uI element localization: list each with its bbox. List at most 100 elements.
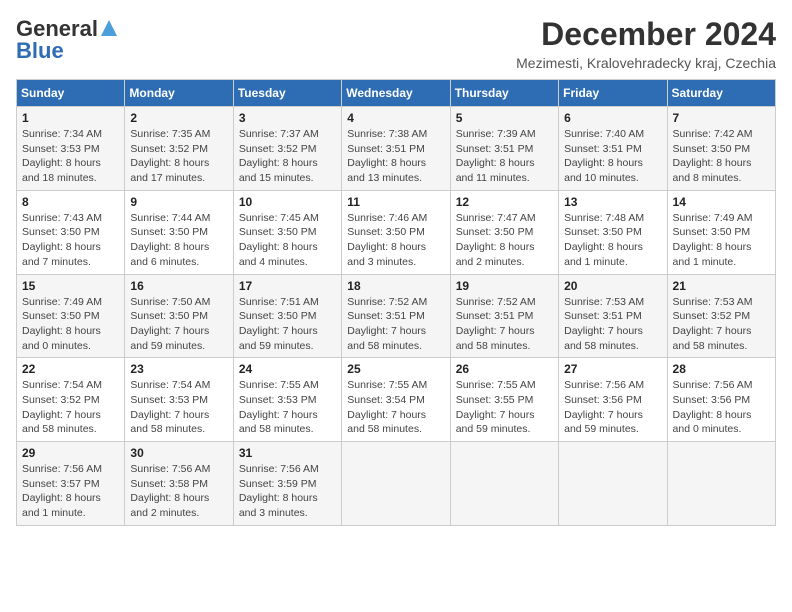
day-number: 27 bbox=[564, 362, 661, 376]
day-number: 26 bbox=[456, 362, 553, 376]
day-detail: Sunrise: 7:53 AM Sunset: 3:51 PM Dayligh… bbox=[564, 295, 661, 354]
calendar-week-row: 15Sunrise: 7:49 AM Sunset: 3:50 PM Dayli… bbox=[17, 274, 776, 358]
table-row: 17 Sunrise: 7:51 AM Sunset: 3:50 PM Dayli… bbox=[233, 274, 341, 358]
day-number: 6 bbox=[564, 111, 661, 125]
calendar-week-row: 29Sunrise: 7:56 AM Sunset: 3:57 PM Dayli… bbox=[17, 442, 776, 526]
day-detail: Sunrise: 7:47 AM Sunset: 3:50 PM Dayligh… bbox=[456, 211, 553, 270]
logo-blue: Blue bbox=[16, 38, 64, 64]
day-number: 18 bbox=[347, 279, 444, 293]
day-number: 1 bbox=[22, 111, 119, 125]
calendar-week-row: 1 Sunrise: 7:34 AM Sunset: 3:53 PM Daylig… bbox=[17, 107, 776, 191]
day-number: 9 bbox=[130, 195, 227, 209]
day-number: 10 bbox=[239, 195, 336, 209]
day-number: 12 bbox=[456, 195, 553, 209]
day-number: 14 bbox=[673, 195, 770, 209]
day-detail: Sunrise: 7:56 AM Sunset: 3:59 PM Dayligh… bbox=[239, 462, 336, 521]
table-row: 5 Sunrise: 7:39 AM Sunset: 3:51 PM Daylig… bbox=[450, 107, 558, 191]
day-detail: Sunrise: 7:43 AM Sunset: 3:50 PM Dayligh… bbox=[22, 211, 119, 270]
day-detail: Sunrise: 7:46 AM Sunset: 3:50 PM Dayligh… bbox=[347, 211, 444, 270]
table-row: 13 Sunrise: 7:48 AM Sunset: 3:50 PM Dayli… bbox=[559, 190, 667, 274]
table-row: 11 Sunrise: 7:46 AM Sunset: 3:50 PM Dayli… bbox=[342, 190, 450, 274]
day-number: 21 bbox=[673, 279, 770, 293]
table-row: 6 Sunrise: 7:40 AM Sunset: 3:51 PM Daylig… bbox=[559, 107, 667, 191]
day-number: 20 bbox=[564, 279, 661, 293]
calendar-week-row: 8 Sunrise: 7:43 AM Sunset: 3:50 PM Daylig… bbox=[17, 190, 776, 274]
table-row: 2 Sunrise: 7:35 AM Sunset: 3:52 PM Daylig… bbox=[125, 107, 233, 191]
day-detail: Sunrise: 7:45 AM Sunset: 3:50 PM Dayligh… bbox=[239, 211, 336, 270]
table-row: 22 Sunrise: 7:54 AM Sunset: 3:52 PM Dayli… bbox=[17, 358, 125, 442]
day-number: 17 bbox=[239, 279, 336, 293]
day-detail: Sunrise: 7:52 AM Sunset: 3:51 PM Dayligh… bbox=[347, 295, 444, 354]
table-row: 9 Sunrise: 7:44 AM Sunset: 3:50 PM Daylig… bbox=[125, 190, 233, 274]
day-detail: Sunrise: 7:53 AM Sunset: 3:52 PM Dayligh… bbox=[673, 295, 770, 354]
day-detail: Sunrise: 7:55 AM Sunset: 3:53 PM Dayligh… bbox=[239, 378, 336, 437]
day-detail: Sunrise: 7:54 AM Sunset: 3:52 PM Dayligh… bbox=[22, 378, 119, 437]
day-number: 2 bbox=[130, 111, 227, 125]
day-number: 3 bbox=[239, 111, 336, 125]
day-number: 31 bbox=[239, 446, 336, 460]
table-row bbox=[667, 442, 775, 526]
table-row: 14Sunrise: 7:49 AM Sunset: 3:50 PM Dayli… bbox=[667, 190, 775, 274]
day-number: 30 bbox=[130, 446, 227, 460]
table-row: 29Sunrise: 7:56 AM Sunset: 3:57 PM Dayli… bbox=[17, 442, 125, 526]
col-sunday: Sunday bbox=[17, 80, 125, 107]
table-row: 1 Sunrise: 7:34 AM Sunset: 3:53 PM Daylig… bbox=[17, 107, 125, 191]
table-row: 30 Sunrise: 7:56 AM Sunset: 3:58 PM Dayli… bbox=[125, 442, 233, 526]
day-detail: Sunrise: 7:56 AM Sunset: 3:56 PM Dayligh… bbox=[564, 378, 661, 437]
day-number: 28 bbox=[673, 362, 770, 376]
day-number: 8 bbox=[22, 195, 119, 209]
day-detail: Sunrise: 7:44 AM Sunset: 3:50 PM Dayligh… bbox=[130, 211, 227, 270]
day-detail: Sunrise: 7:54 AM Sunset: 3:53 PM Dayligh… bbox=[130, 378, 227, 437]
table-row: 20 Sunrise: 7:53 AM Sunset: 3:51 PM Dayli… bbox=[559, 274, 667, 358]
day-number: 25 bbox=[347, 362, 444, 376]
day-number: 22 bbox=[22, 362, 119, 376]
day-detail: Sunrise: 7:34 AM Sunset: 3:53 PM Dayligh… bbox=[22, 127, 119, 186]
day-detail: Sunrise: 7:49 AM Sunset: 3:50 PM Dayligh… bbox=[22, 295, 119, 354]
title-area: December 2024 Mezimesti, Kralovehradecky… bbox=[516, 16, 776, 71]
logo: General Blue bbox=[16, 16, 117, 64]
col-tuesday: Tuesday bbox=[233, 80, 341, 107]
table-row bbox=[342, 442, 450, 526]
day-detail: Sunrise: 7:56 AM Sunset: 3:58 PM Dayligh… bbox=[130, 462, 227, 521]
day-number: 11 bbox=[347, 195, 444, 209]
day-detail: Sunrise: 7:39 AM Sunset: 3:51 PM Dayligh… bbox=[456, 127, 553, 186]
calendar-table: Sunday Monday Tuesday Wednesday Thursday… bbox=[16, 79, 776, 526]
table-row: 26 Sunrise: 7:55 AM Sunset: 3:55 PM Dayli… bbox=[450, 358, 558, 442]
table-row: 8 Sunrise: 7:43 AM Sunset: 3:50 PM Daylig… bbox=[17, 190, 125, 274]
table-row: 15Sunrise: 7:49 AM Sunset: 3:50 PM Dayli… bbox=[17, 274, 125, 358]
day-number: 7 bbox=[673, 111, 770, 125]
table-row bbox=[450, 442, 558, 526]
day-detail: Sunrise: 7:55 AM Sunset: 3:55 PM Dayligh… bbox=[456, 378, 553, 437]
day-number: 4 bbox=[347, 111, 444, 125]
day-number: 13 bbox=[564, 195, 661, 209]
table-row: 24Sunrise: 7:55 AM Sunset: 3:53 PM Dayli… bbox=[233, 358, 341, 442]
table-row: 19Sunrise: 7:52 AM Sunset: 3:51 PM Dayli… bbox=[450, 274, 558, 358]
day-detail: Sunrise: 7:55 AM Sunset: 3:54 PM Dayligh… bbox=[347, 378, 444, 437]
day-number: 19 bbox=[456, 279, 553, 293]
table-row: 4Sunrise: 7:38 AM Sunset: 3:51 PM Daylig… bbox=[342, 107, 450, 191]
col-friday: Friday bbox=[559, 80, 667, 107]
day-number: 5 bbox=[456, 111, 553, 125]
table-row: 27 Sunrise: 7:56 AM Sunset: 3:56 PM Dayli… bbox=[559, 358, 667, 442]
day-detail: Sunrise: 7:51 AM Sunset: 3:50 PM Dayligh… bbox=[239, 295, 336, 354]
day-detail: Sunrise: 7:56 AM Sunset: 3:56 PM Dayligh… bbox=[673, 378, 770, 437]
table-row: 31 Sunrise: 7:56 AM Sunset: 3:59 PM Dayli… bbox=[233, 442, 341, 526]
page-subtitle: Mezimesti, Kralovehradecky kraj, Czechia bbox=[516, 55, 776, 71]
table-row: 23Sunrise: 7:54 AM Sunset: 3:53 PM Dayli… bbox=[125, 358, 233, 442]
day-detail: Sunrise: 7:35 AM Sunset: 3:52 PM Dayligh… bbox=[130, 127, 227, 186]
table-row: 3 Sunrise: 7:37 AM Sunset: 3:52 PM Daylig… bbox=[233, 107, 341, 191]
day-detail: Sunrise: 7:42 AM Sunset: 3:50 PM Dayligh… bbox=[673, 127, 770, 186]
day-detail: Sunrise: 7:37 AM Sunset: 3:52 PM Dayligh… bbox=[239, 127, 336, 186]
calendar-week-row: 22 Sunrise: 7:54 AM Sunset: 3:52 PM Dayli… bbox=[17, 358, 776, 442]
col-wednesday: Wednesday bbox=[342, 80, 450, 107]
table-row: 12 Sunrise: 7:47 AM Sunset: 3:50 PM Dayli… bbox=[450, 190, 558, 274]
day-detail: Sunrise: 7:40 AM Sunset: 3:51 PM Dayligh… bbox=[564, 127, 661, 186]
calendar-header-row: Sunday Monday Tuesday Wednesday Thursday… bbox=[17, 80, 776, 107]
day-detail: Sunrise: 7:56 AM Sunset: 3:57 PM Dayligh… bbox=[22, 462, 119, 521]
table-row: 25 Sunrise: 7:55 AM Sunset: 3:54 PM Dayli… bbox=[342, 358, 450, 442]
table-row bbox=[559, 442, 667, 526]
col-saturday: Saturday bbox=[667, 80, 775, 107]
logo-triangle-icon bbox=[101, 20, 117, 36]
day-detail: Sunrise: 7:48 AM Sunset: 3:50 PM Dayligh… bbox=[564, 211, 661, 270]
table-row: 16Sunrise: 7:50 AM Sunset: 3:50 PM Dayli… bbox=[125, 274, 233, 358]
